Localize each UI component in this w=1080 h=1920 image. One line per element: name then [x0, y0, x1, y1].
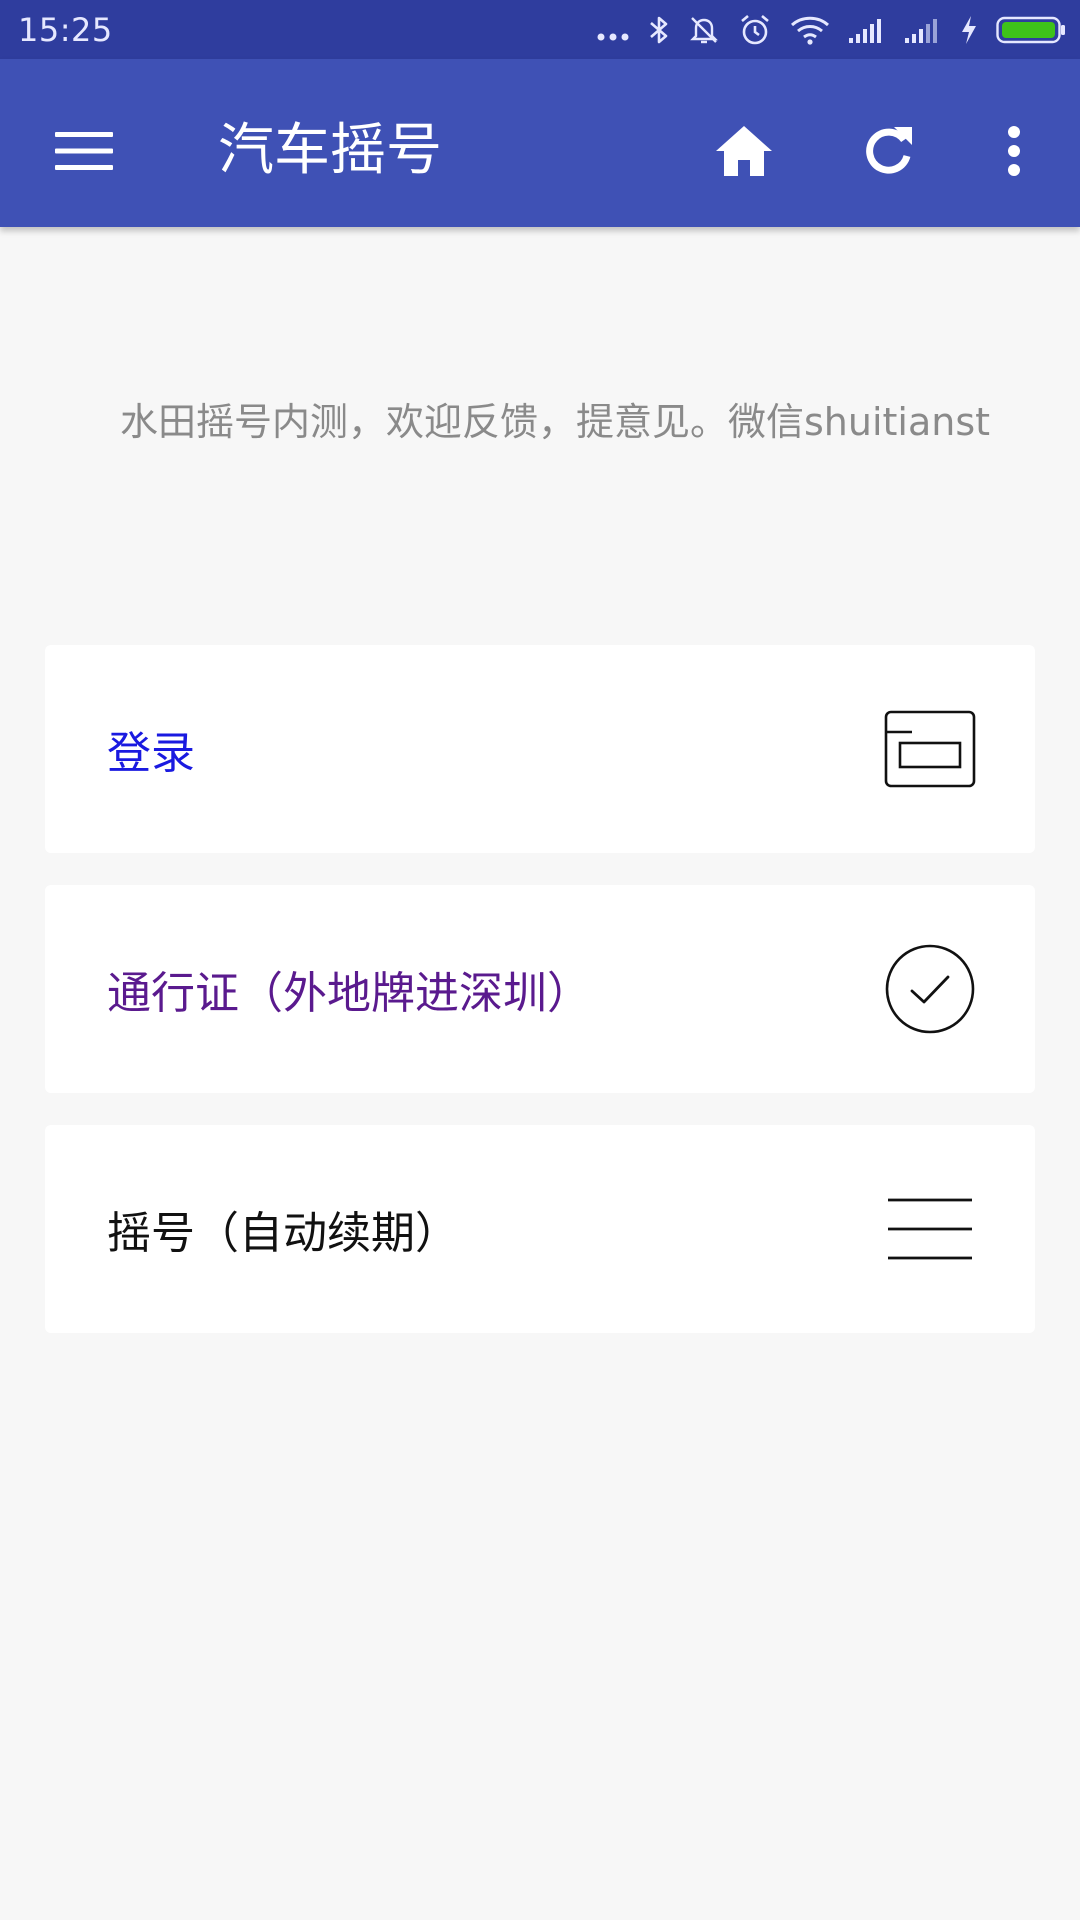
- pass-card[interactable]: 通行证（外地牌进深圳）: [45, 885, 1035, 1093]
- more-vert-icon: [1006, 125, 1022, 181]
- bluetooth-icon: [648, 14, 670, 46]
- status-bar: 15:25: [0, 0, 1080, 59]
- pass-label: 通行证（外地牌进深圳）: [107, 968, 591, 1019]
- more-options-button[interactable]: [966, 105, 1062, 201]
- card-icon: [883, 702, 977, 796]
- home-icon: [714, 124, 774, 182]
- notifications-off-icon: [688, 14, 720, 46]
- signal-icon: [848, 16, 886, 44]
- status-icons: [596, 10, 1066, 50]
- home-button[interactable]: [696, 105, 792, 201]
- menu-icon: [55, 130, 113, 176]
- alarm-icon: [738, 13, 772, 47]
- app-title: 汽车摇号: [218, 118, 442, 183]
- charging-icon: [960, 15, 978, 45]
- wifi-icon: [790, 15, 830, 45]
- login-card[interactable]: 登录: [45, 645, 1035, 853]
- refresh-button[interactable]: [840, 105, 936, 201]
- status-time: 15:25: [18, 11, 113, 49]
- notice-text: 水田摇号内测，欢迎反馈，提意见。微信shuitianst: [120, 400, 991, 444]
- list-lines-icon: [883, 1182, 977, 1276]
- battery-icon: [996, 16, 1066, 44]
- menu-button[interactable]: [40, 109, 128, 197]
- lottery-label: 摇号（自动续期）: [107, 1208, 459, 1259]
- login-label: 登录: [107, 728, 195, 779]
- more-dots-icon: [596, 15, 630, 45]
- signal-icon: [904, 16, 942, 44]
- refresh-icon: [860, 123, 916, 183]
- check-circle-icon: [883, 942, 977, 1036]
- app-bar: 汽车摇号: [0, 59, 1080, 227]
- lottery-card[interactable]: 摇号（自动续期）: [45, 1125, 1035, 1333]
